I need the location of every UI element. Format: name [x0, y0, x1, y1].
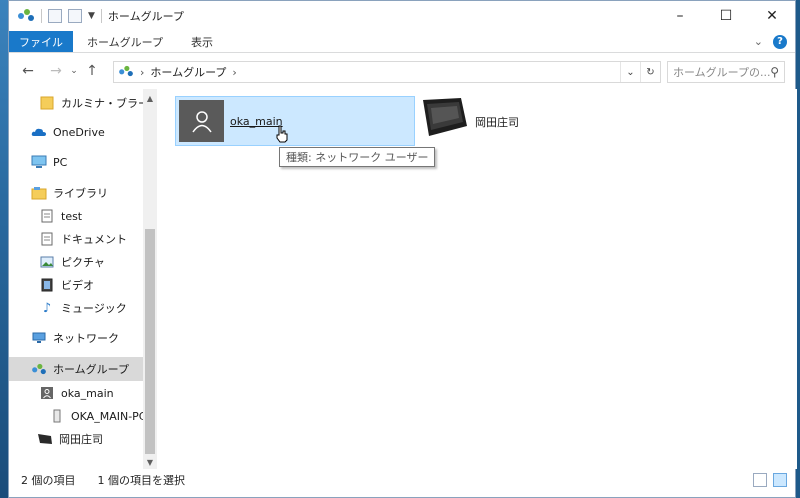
drive-icon [49, 409, 65, 423]
homegroup-icon [31, 362, 47, 376]
library-icon [31, 186, 47, 200]
nav-item-library[interactable]: ライブラリ [9, 181, 143, 205]
breadcrumb-homegroup[interactable]: ホームグループ [150, 64, 226, 80]
item-okada[interactable]: 岡田庄司 [421, 96, 541, 146]
chevron-right-icon[interactable]: › [232, 66, 236, 79]
nav-item-oka-main[interactable]: oka_main [9, 381, 143, 405]
selected-count: 1 個の項目を選択 [97, 474, 186, 487]
tab-file[interactable]: ファイル [9, 31, 73, 52]
minimize-button[interactable]: – [657, 1, 703, 31]
homegroup-icon [17, 8, 35, 25]
properties-button[interactable] [48, 9, 62, 23]
nav-item-documents[interactable]: ドキュメント [9, 227, 143, 251]
scroll-down-icon[interactable]: ▼ [143, 455, 157, 469]
nav-scrollbar[interactable]: ▲ ▼ [143, 89, 157, 469]
nav-item-okada[interactable]: 岡田庄司 [9, 427, 143, 451]
folder-icon [39, 96, 55, 110]
laptop-icon [37, 432, 53, 446]
tab-homegroup[interactable]: ホームグループ [73, 31, 177, 52]
close-button[interactable]: ✕ [749, 1, 795, 31]
address-bar-row: ← → ⌄ ↑ › ホームグループ › ⌄ ↻ ホームグループの... ⚲ [9, 53, 795, 89]
scroll-thumb[interactable] [145, 229, 155, 454]
address-end: ⌄ ↻ [620, 62, 660, 82]
title-bar: ▼ ホームグループ – ☐ ✕ [9, 1, 795, 31]
nav-item-test[interactable]: test [9, 204, 143, 228]
hand-cursor-icon [275, 125, 289, 146]
status-bar: 2 個の項目 1 個の項目を選択 [9, 469, 795, 491]
explorer-window: ▼ ホームグループ – ☐ ✕ ファイル ホームグループ 表示 ⌄ ? ← → … [8, 0, 797, 498]
ribbon-right: ⌄ ? [754, 31, 795, 52]
document-icon [39, 209, 55, 223]
new-folder-button[interactable] [68, 9, 82, 23]
item-count: 2 個の項目 [21, 474, 76, 487]
search-input[interactable]: ホームグループの... ⚲ [667, 61, 785, 83]
window-title: ホームグループ [107, 10, 184, 23]
search-icon: ⚲ [770, 65, 779, 79]
toolbar-separator [41, 9, 42, 23]
back-button[interactable]: ← [17, 63, 39, 79]
window-controls: – ☐ ✕ [657, 1, 795, 31]
recent-locations-icon[interactable]: ⌄ [67, 66, 81, 76]
expand-ribbon-icon[interactable]: ⌄ [754, 35, 763, 48]
nav-item-pictures[interactable]: ピクチャ [9, 250, 143, 274]
user-icon [39, 386, 55, 400]
forward-button[interactable]: → [45, 63, 67, 79]
tiles-view-button[interactable] [773, 473, 787, 487]
ribbon-tabs: ファイル ホームグループ 表示 ⌄ ? [9, 31, 795, 53]
nav-item-homegroup[interactable]: ホームグループ [9, 357, 143, 381]
view-toggles [753, 473, 787, 487]
toolbar-separator [100, 9, 102, 23]
tab-view[interactable]: 表示 [177, 31, 227, 52]
search-placeholder: ホームグループの... [673, 66, 771, 79]
address-dropdown-icon[interactable]: ⌄ [620, 62, 640, 82]
nav-item-music[interactable]: ♪ ミュージック [9, 296, 143, 320]
nav-item-videos[interactable]: ビデオ [9, 273, 143, 297]
address-box[interactable]: › ホームグループ › ⌄ ↻ [113, 61, 661, 83]
content-pane: oka_main 岡田庄司 種類: ネットワーク ユーザー [157, 89, 797, 469]
document-icon [39, 232, 55, 246]
pc-icon [31, 155, 47, 169]
navigation-pane: カルミナ・ブラーナ OneDrive PC ライブラリ test [9, 89, 157, 469]
nav-item-carmina[interactable]: カルミナ・ブラーナ [9, 91, 143, 115]
maximize-button[interactable]: ☐ [703, 1, 749, 31]
picture-icon [39, 255, 55, 269]
item-tooltip: 種類: ネットワーク ユーザー [279, 147, 436, 167]
item-name: 岡田庄司 [475, 116, 519, 129]
onedrive-icon [31, 125, 47, 139]
nav-item-network[interactable]: ネットワーク [9, 326, 143, 350]
help-icon[interactable]: ? [773, 34, 787, 49]
laptop-icon [421, 96, 469, 141]
network-icon [31, 331, 47, 345]
nav-item-pc[interactable]: PC [9, 150, 143, 174]
customize-dropdown-icon[interactable]: ▼ [88, 11, 95, 21]
music-icon: ♪ [42, 300, 52, 316]
homegroup-icon [118, 65, 134, 80]
quick-access-toolbar: ▼ [9, 8, 102, 25]
scroll-up-icon[interactable]: ▲ [143, 91, 157, 105]
up-button[interactable]: ↑ [81, 63, 103, 79]
nav-item-oka-main-pc[interactable]: OKA_MAIN-PC [9, 404, 143, 428]
nav-item-onedrive[interactable]: OneDrive [9, 120, 143, 144]
user-avatar-icon [179, 100, 224, 142]
details-view-button[interactable] [753, 473, 767, 487]
chevron-right-icon[interactable]: › [140, 66, 144, 79]
refresh-icon[interactable]: ↻ [640, 62, 660, 82]
video-icon [39, 278, 55, 292]
item-oka-main[interactable]: oka_main [175, 96, 415, 146]
